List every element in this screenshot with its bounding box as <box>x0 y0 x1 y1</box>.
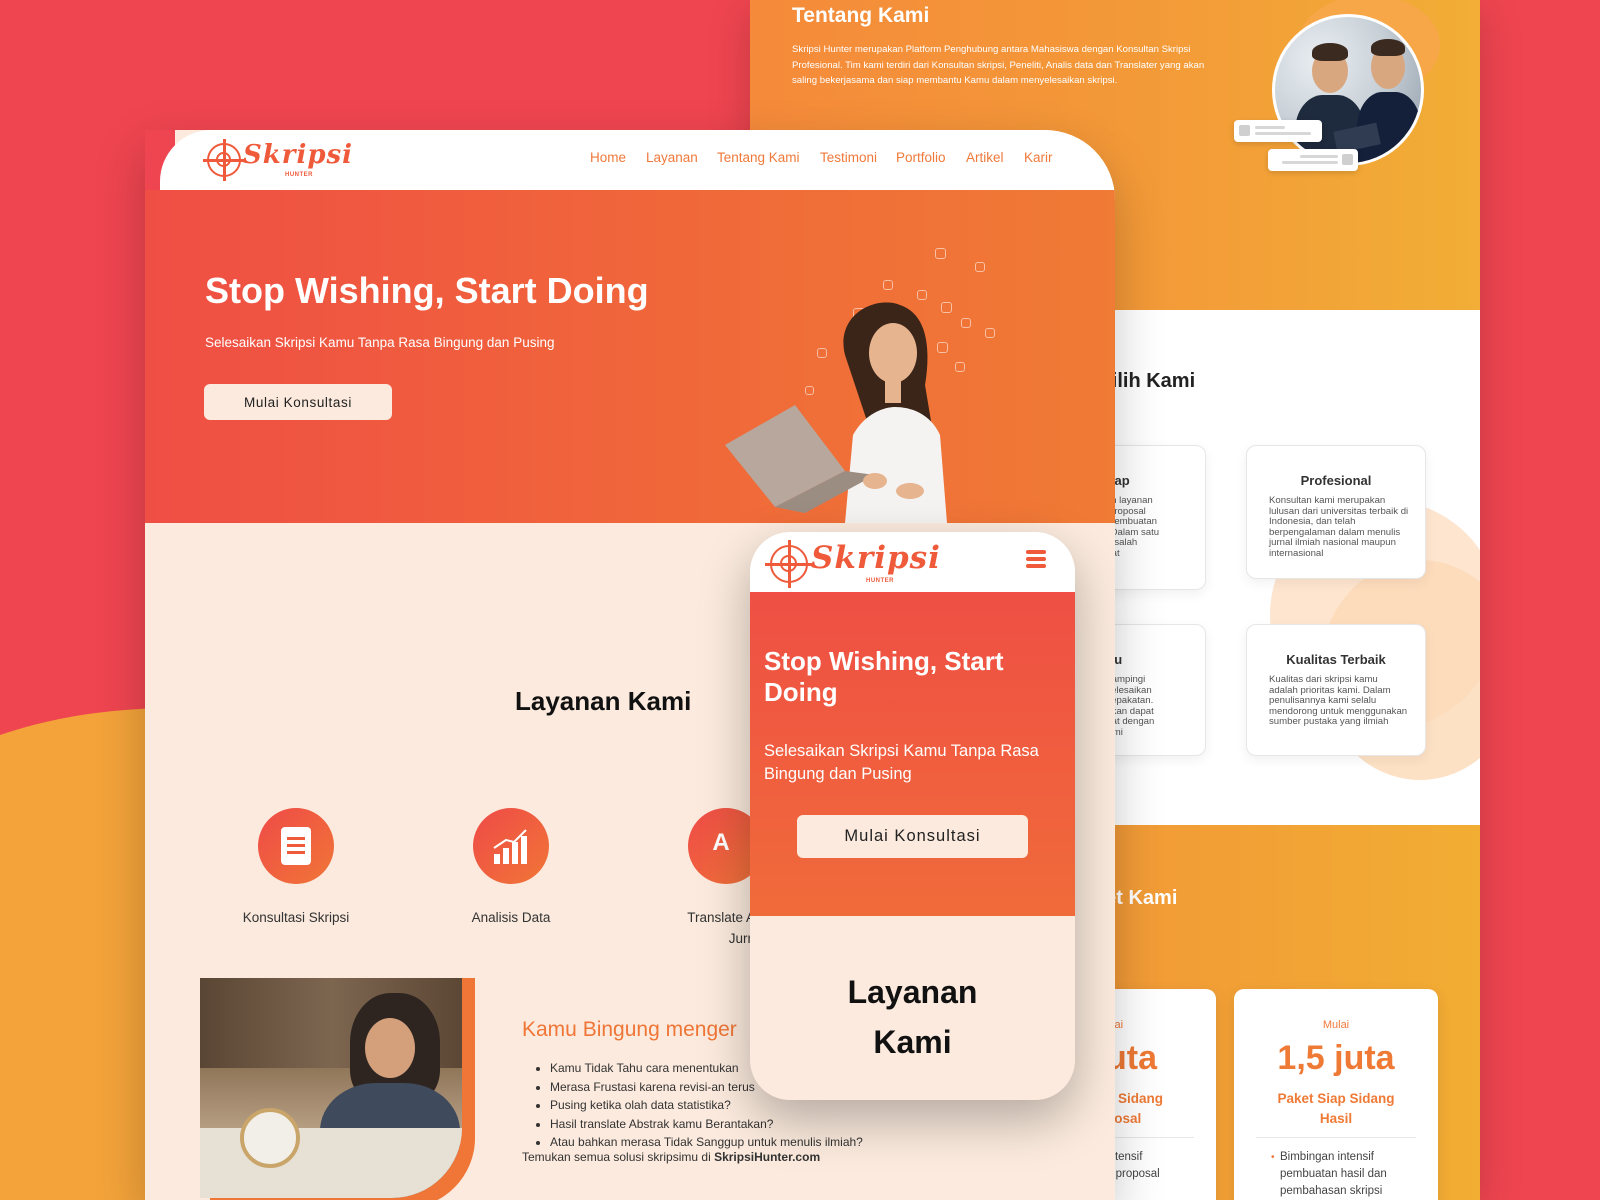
logo-text: Skripsi <box>243 140 354 170</box>
site-link[interactable]: SkripsiHunter.com <box>714 1150 820 1164</box>
why-card-profesional: Profesional Konsultan kami merupakan lul… <box>1246 445 1426 579</box>
hero-title: Stop Wishing, Start Doing <box>764 646 1004 707</box>
bingung-title: Kamu Bingung menger <box>522 1018 737 1041</box>
list-item: Hasil translate Abstrak kamu Berantakan? <box>550 1115 863 1134</box>
hamburger-menu-icon[interactable] <box>1026 550 1046 568</box>
service-label: Analisis Data <box>471 910 551 925</box>
logo-text: Skripsi <box>811 540 941 576</box>
why-card-body: Konsultan kami merupakan lulusan dari un… <box>1269 495 1409 559</box>
logo-subtext: HUNTER <box>285 172 313 178</box>
hero-subtitle: Selesaikan Skripsi Kamu Tanpa Rasa Bingu… <box>205 335 555 350</box>
layanan-title: Layanan Kami <box>515 686 692 716</box>
price-feature: pembuatan hasil dan <box>1280 1168 1387 1180</box>
about-title: Tentang Kami <box>792 4 930 27</box>
footer-note-prefix: Temukan semua solusi skripsimu di <box>522 1150 715 1164</box>
price-feature: Bimbingan intensif <box>1280 1151 1374 1163</box>
nav-karir[interactable]: Karir <box>1024 150 1053 165</box>
document-icon <box>281 827 311 865</box>
why-card-kualitas: Kualitas Terbaik Kualitas dari skripsi k… <box>1246 624 1426 756</box>
mulai-konsultasi-button[interactable]: Mulai Konsultasi <box>204 384 392 420</box>
chat-bubble <box>1234 120 1322 142</box>
crosshair-icon <box>765 540 813 588</box>
desktop-navbar: Skripsi HUNTER Home Layanan Tentang Kami… <box>160 130 1115 190</box>
logo-subtext: HUNTER <box>866 578 894 584</box>
why-card-title: Profesional <box>1300 473 1372 488</box>
crosshair-icon <box>203 139 245 181</box>
analisis-data-button[interactable] <box>473 808 549 884</box>
mobile-hero: Stop Wishing, Start Doing Selesaikan Skr… <box>750 592 1075 916</box>
stressed-student-photo <box>200 978 462 1198</box>
hero-woman-illustration <box>725 302 947 523</box>
skripsi-hunter-logo[interactable]: Skripsi HUNTER <box>203 139 352 182</box>
layanan-title-text: Layanan Kami <box>847 974 978 1060</box>
student-photo-block <box>200 978 475 1200</box>
nav-artikel[interactable]: Artikel <box>966 150 1004 165</box>
mulai-konsultasi-button[interactable]: Mulai Konsultasi <box>797 815 1028 858</box>
price-card-hasil[interactable]: Mulai 1,5 juta Paket Siap Sidang Hasil •… <box>1234 989 1438 1200</box>
chat-bubble <box>1268 149 1358 171</box>
list-item: Atau bahkan merasa Tidak Sanggup untuk m… <box>550 1133 863 1152</box>
price-feature: pembahasan skripsi <box>1280 1185 1383 1197</box>
hero-subtitle: Selesaikan Skripsi Kamu Tanpa Rasa Bingu… <box>764 742 1039 783</box>
desktop-hero: Stop Wishing, Start Doing Selesaikan Skr… <box>145 190 1115 523</box>
why-card-title: Kualitas Terbaik <box>1286 652 1386 667</box>
price-label: Mulai <box>1322 1019 1350 1031</box>
layanan-title: Layanan Kami <box>750 967 1075 1067</box>
mobile-navbar: Skripsi HUNTER <box>750 532 1075 592</box>
mobile-mockup: Skripsi HUNTER Stop Wishing, Start Doing… <box>750 532 1075 1100</box>
service-label: Jurn <box>728 931 755 946</box>
about-team-photo <box>1272 14 1424 166</box>
about-body: Skripsi Hunter merupakan Platform Penghu… <box>792 44 1205 86</box>
why-card-body: Kualitas dari skripsi kamu adalah priori… <box>1269 674 1408 727</box>
konsultasi-skripsi-button[interactable] <box>258 808 334 884</box>
price-value: 1,5 juta <box>1277 1039 1395 1077</box>
footer-note: Temukan semua solusi skripsimu di Skrips… <box>522 1150 820 1164</box>
bar-chart-icon <box>493 829 527 864</box>
skripsi-hunter-logo[interactable]: Skripsi HUNTER <box>765 540 941 588</box>
why-card-body: kan layanan n proposal n pembuatan il. D… <box>1101 495 1160 558</box>
translate-icon: A <box>712 829 730 856</box>
service-label: Konsultasi Skripsi <box>242 910 350 925</box>
nav-portfolio[interactable]: Portfolio <box>896 150 946 165</box>
price-name: Paket Siap Sidang Hasil <box>1277 1091 1395 1126</box>
bullet-icon: • <box>1271 1152 1275 1163</box>
hero-title: Stop Wishing, Start Doing <box>205 270 649 311</box>
nav-home[interactable]: Home <box>590 150 626 165</box>
nav-testimoni[interactable]: Testimoni <box>820 150 877 165</box>
nav-layanan[interactable]: Layanan <box>646 150 698 165</box>
why-card-body: ndampingi nyelesaikan esepakatan. ahkan … <box>1101 674 1155 737</box>
service-label: Translate A <box>687 910 755 925</box>
nav-tentang-kami[interactable]: Tentang Kami <box>717 150 800 165</box>
